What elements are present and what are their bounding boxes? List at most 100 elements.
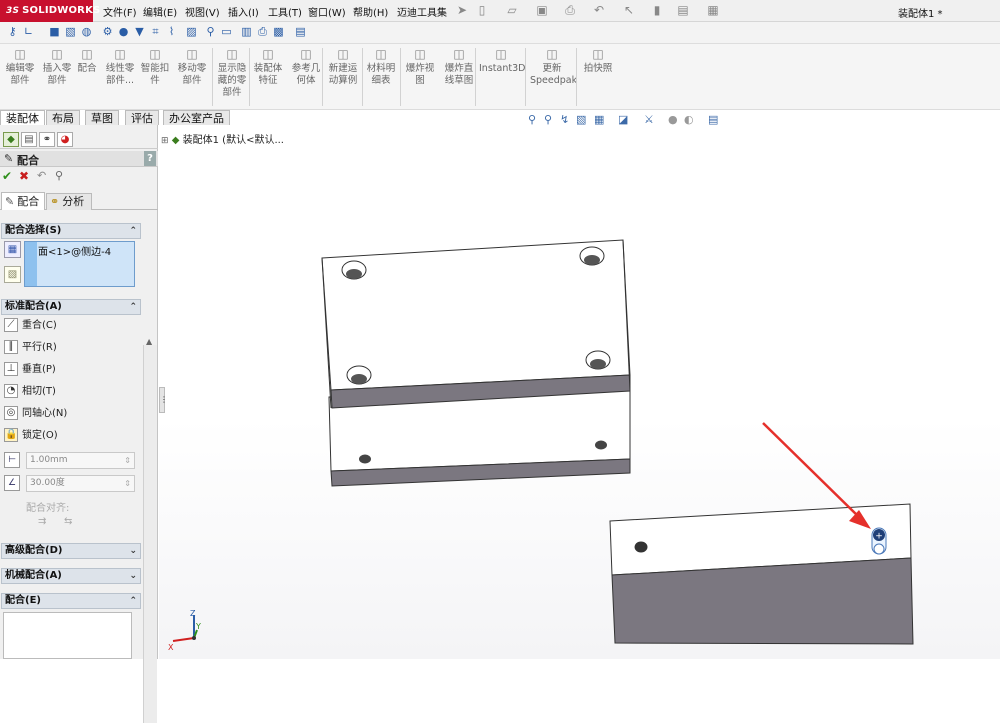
mechanical-mates-header[interactable]: 机械配合(A) ⌄ [1, 568, 141, 584]
multi-mate-icon[interactable]: ▧ [4, 266, 21, 283]
report-icon[interactable]: ▤ [294, 25, 307, 39]
options-icon[interactable]: ▦ [706, 3, 720, 17]
tab-analysis[interactable]: ⚭ 分析 [46, 193, 92, 210]
feature-manager-icon[interactable]: ◆ [3, 132, 19, 147]
configuration-manager-icon[interactable]: ⚭ [39, 132, 55, 147]
cmd-button-13[interactable]: ◫ 爆炸直 线草图 [442, 46, 476, 87]
tab-mate[interactable]: ✎ 配合 [1, 192, 45, 210]
gear-icon[interactable]: ⚙ [101, 25, 114, 39]
tab-evaluate[interactable]: 评估 [125, 110, 159, 125]
concentric-option[interactable]: ◎ 同轴心(N) [4, 405, 67, 423]
selection-marker [25, 242, 37, 286]
select-icon[interactable]: ↖ [622, 3, 636, 17]
cmd-button-8[interactable]: ◫ 装配体 特征 [253, 46, 283, 87]
solidworks-logo[interactable]: 3S SOLIDWORKS [0, 0, 100, 22]
chart-icon[interactable]: ▨ [185, 25, 198, 39]
new-document-icon[interactable]: ▯ [475, 3, 489, 17]
menu-insert[interactable]: 插入(I) [228, 4, 259, 19]
pin-icon[interactable]: ➤ [455, 3, 469, 17]
save-icon[interactable]: ▣ [535, 3, 549, 17]
toolbar-separator [576, 48, 577, 106]
cmd-button-10[interactable]: ◫ 新建运 动算例 [326, 46, 360, 87]
perpendicular-option[interactable]: ⊥ 垂直(P) [4, 361, 56, 379]
screen-icon[interactable]: ▭ [220, 25, 233, 39]
help-button[interactable]: ? [144, 151, 156, 166]
cmd-button-5[interactable]: ◫ 智能扣 件 [138, 46, 172, 87]
mate-icon: ✎ [4, 152, 14, 165]
aligned-icon[interactable]: ⇉ [38, 516, 46, 527]
cmd-button-9[interactable]: ◫ 参考几 何体 [289, 46, 323, 87]
parallel-option[interactable]: ∥ 平行(R) [4, 339, 57, 357]
cmd-button-15[interactable]: ◫ 更新 Speedpak [530, 46, 577, 87]
key-icon[interactable]: ⚷ [6, 25, 19, 39]
open-document-icon[interactable]: ▱ [505, 3, 519, 17]
printer-icon[interactable]: ⎙ [256, 25, 269, 39]
sphere-icon[interactable]: ● [117, 25, 130, 39]
coincident-option[interactable]: ⟋ 重合(C) [4, 317, 57, 335]
search-icon[interactable]: ⚲ [204, 25, 217, 39]
cmd-button-6[interactable]: ◫ 移动零 部件 [175, 46, 209, 87]
snapshot-icon: ◫ [592, 47, 604, 61]
list-item[interactable]: 面<1>@侧边-4 [38, 243, 111, 258]
advanced-mates-header[interactable]: 高级配合(D) ⌄ [1, 543, 141, 559]
cmd-button-label: 新建运 动算例 [328, 63, 358, 86]
menu-edit[interactable]: 编辑(E) [143, 4, 177, 19]
counterbore-hole [341, 260, 367, 280]
mates-header[interactable]: 配合(E) ⌃ [1, 593, 141, 609]
globe-icon[interactable]: ◍ [80, 25, 93, 39]
undo-icon[interactable]: ↶ [592, 3, 606, 17]
cmd-button-4[interactable]: ◫ 线性零 部件... [103, 46, 137, 87]
menu-tools[interactable]: 工具(T) [268, 4, 302, 19]
standard-mates-header[interactable]: 标准配合(A) ⌃ [1, 299, 141, 315]
print-icon[interactable]: ⎙ [563, 3, 577, 17]
mate-selection-list[interactable]: 面<1>@侧边-4 [24, 241, 135, 287]
cmd-button-12[interactable]: ◫ 爆炸视 图 [403, 46, 437, 87]
mate-selection-header[interactable]: 配合选择(S) ⌃ [1, 223, 141, 239]
cmd-button-1[interactable]: ◫ 编辑零 部件 [4, 46, 36, 87]
cancel-button[interactable]: ✖ [19, 169, 29, 183]
lock-option[interactable]: 🔒 锁定(O) [4, 427, 58, 445]
cmd-button-14[interactable]: ◫ Instant3D [479, 46, 525, 75]
cmd-button-label: 移动零 部件 [177, 63, 207, 86]
display-manager-icon[interactable]: ◕ [57, 132, 73, 147]
motion-study-icon: ◫ [337, 47, 349, 61]
menu-maidi-tools[interactable]: 迈迪工具集 [397, 4, 447, 19]
tangent-option[interactable]: ◔ 相切(T) [4, 383, 56, 401]
undo-icon[interactable]: ↶ [37, 169, 46, 182]
spring-icon[interactable]: ⌇ [165, 25, 178, 39]
tab-assembly[interactable]: 装配体 [0, 110, 45, 125]
image-icon[interactable]: ▩ [272, 25, 285, 39]
property-manager-icon[interactable]: ▤ [21, 132, 37, 147]
toolbar-separator [322, 48, 323, 106]
cmd-button-16[interactable]: ◫ 拍快照 [581, 46, 615, 75]
distance-field[interactable]: 1.00mm ⇕ [26, 452, 135, 469]
sensor-icon[interactable]: ⌗ [149, 25, 162, 39]
cmd-button-3[interactable]: ◫ 配合 [76, 46, 98, 75]
menu-file[interactable]: 文件(F) [103, 4, 137, 19]
anti-aligned-icon[interactable]: ⇆ [64, 516, 72, 527]
graphics-area[interactable]: ⋮ ⊞ ◆ 装配体1 (默认<默认... + Z Y X [159, 125, 1000, 659]
tab-office-products[interactable]: 办公室产品 [163, 110, 230, 125]
ruler-icon[interactable]: ∟ [22, 25, 35, 39]
funnel-icon[interactable]: ▼ [133, 25, 146, 39]
ok-button[interactable]: ✔ [2, 169, 12, 183]
angle-icon: ∠ [4, 475, 20, 491]
menu-help[interactable]: 帮助(H) [353, 4, 388, 19]
cmd-button-2[interactable]: ◫ 插入零 部件 [40, 46, 74, 87]
toolbar-separator [362, 48, 363, 106]
pushpin-icon[interactable]: ⚲ [55, 169, 63, 182]
blue-box-icon[interactable]: ■ [48, 25, 61, 39]
cmd-button-11[interactable]: ◫ 材料明 细表 [366, 46, 396, 87]
menu-view[interactable]: 视图(V) [185, 4, 220, 19]
export-icon[interactable]: ▥ [240, 25, 253, 39]
file-properties-icon[interactable]: ▤ [676, 3, 690, 17]
angle-field[interactable]: 30.00度 ⇕ [26, 475, 135, 492]
panel-scrollbar[interactable]: ▲ [143, 337, 157, 723]
tab-layout[interactable]: 布局 [46, 110, 80, 125]
menu-window[interactable]: 窗口(W) [308, 4, 346, 19]
cmd-button-7[interactable]: ◫ 显示隐 藏的零 部件 [213, 46, 251, 99]
rebuild-icon[interactable]: ▮ [650, 3, 664, 17]
tab-sketch[interactable]: 草图 [85, 110, 119, 125]
mates-list[interactable] [3, 612, 132, 659]
component-icon[interactable]: ▧ [64, 25, 77, 39]
